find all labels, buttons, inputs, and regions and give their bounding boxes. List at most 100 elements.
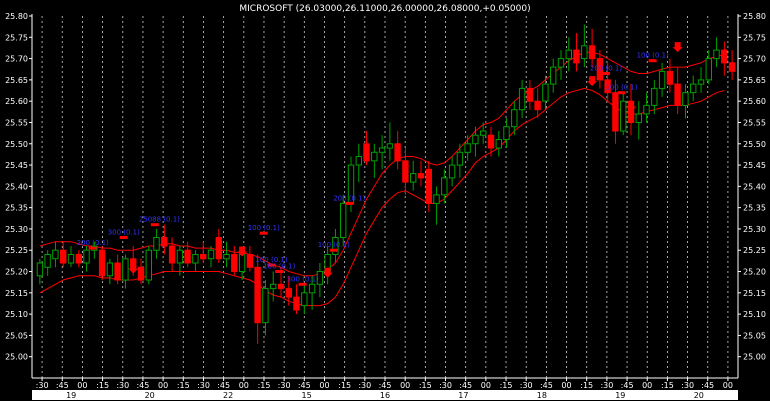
x-tick-label: :45 bbox=[621, 381, 634, 390]
candle-up bbox=[36, 262, 44, 277]
candle-up bbox=[238, 254, 246, 272]
date-tick-label: 20 bbox=[145, 391, 155, 400]
x-tick-label: :45 bbox=[459, 381, 472, 390]
x-tick-label: 00 bbox=[400, 381, 410, 390]
y-tick-label-right: 25.55 bbox=[743, 119, 766, 128]
y-tick-label-right: 25.40 bbox=[743, 182, 766, 191]
y-tick-label-right: 25.45 bbox=[743, 161, 766, 170]
y-tick-label-left: 25.25 bbox=[5, 246, 28, 255]
y-tick-label-left: 25.05 bbox=[5, 331, 28, 340]
candlestick-chart: MICROSOFT (26.03000,26.11000,26.00000,26… bbox=[0, 0, 770, 401]
trade-annotation-label: 100 (0.1) bbox=[263, 263, 295, 271]
candle-up bbox=[448, 164, 456, 179]
date-tick-label: 17 bbox=[458, 391, 468, 400]
candle-down bbox=[231, 254, 238, 272]
candle-down bbox=[573, 49, 580, 64]
y-tick-label-left: 25.60 bbox=[5, 97, 28, 106]
x-tick-label: :30 bbox=[439, 381, 452, 390]
x-tick-label: :30 bbox=[36, 381, 49, 390]
candle-up bbox=[378, 147, 386, 153]
y-tick-label-right: 25.10 bbox=[743, 310, 766, 319]
candle-up bbox=[270, 283, 277, 290]
trade-annotation-label: 200 (0.1) bbox=[77, 239, 109, 247]
candle-up bbox=[262, 288, 269, 324]
y-tick-label-right: 25.30 bbox=[743, 225, 766, 234]
candle-up bbox=[581, 45, 588, 60]
candle-up bbox=[456, 151, 464, 166]
x-axis: :30 :45 00 :15 :30 :45 00 :15 :30 :45 00 :15 :30 :45 0… bbox=[32, 377, 738, 400]
x-tick-label: :15 bbox=[661, 381, 674, 390]
chart-title: MICROSOFT (26.03000,26.11000,26.00000,26… bbox=[239, 4, 530, 14]
candle-up bbox=[658, 70, 666, 89]
candle-up bbox=[207, 249, 215, 260]
candle-up bbox=[308, 283, 316, 294]
candle-up bbox=[371, 151, 378, 162]
candle-up bbox=[480, 130, 487, 136]
x-tick-label: :15 bbox=[177, 381, 190, 390]
candle-up bbox=[410, 173, 417, 183]
x-tick-label: :30 bbox=[358, 381, 371, 390]
candle-up bbox=[386, 143, 394, 149]
y-tick-label-right: 25.60 bbox=[743, 97, 766, 106]
x-tick-label: :15 bbox=[419, 381, 432, 390]
candle-down bbox=[363, 143, 370, 162]
candle-down bbox=[721, 49, 728, 64]
x-tick-label: :30 bbox=[681, 381, 694, 390]
candle-up bbox=[705, 58, 712, 81]
x-tick-label: :15 bbox=[500, 381, 513, 390]
y-tick-label-left: 25.30 bbox=[5, 225, 28, 234]
candle-down bbox=[417, 173, 425, 179]
candle-up bbox=[503, 126, 510, 140]
candle-down bbox=[293, 296, 300, 311]
y-tick-label-right: 25.50 bbox=[743, 140, 766, 149]
candle-up bbox=[557, 58, 565, 68]
candle-up bbox=[44, 254, 51, 268]
candle-up bbox=[355, 156, 363, 166]
candle-up bbox=[176, 249, 184, 264]
y-tick-label-right: 25.05 bbox=[743, 331, 766, 340]
trade-annotation-label: 200 (0.1) bbox=[590, 65, 622, 73]
candle-up bbox=[52, 249, 59, 260]
candle-down bbox=[487, 134, 495, 149]
x-tick-label: :15 bbox=[338, 381, 351, 390]
date-tick-label: 19 bbox=[66, 391, 76, 400]
candle-down bbox=[168, 245, 176, 264]
x-tick-label: :30 bbox=[116, 381, 129, 390]
x-tick-label: :45 bbox=[540, 381, 553, 390]
y-tick-label-left: 25.65 bbox=[5, 76, 28, 85]
y-tick-label-left: 25.70 bbox=[5, 55, 28, 64]
trade-annotation-label: 100 (0.1) bbox=[637, 52, 669, 60]
candle-down bbox=[75, 254, 82, 264]
candle-up bbox=[433, 194, 440, 204]
y-tick-label-right: 25.15 bbox=[743, 289, 766, 298]
y-tick-label-left: 25.55 bbox=[5, 119, 28, 128]
candle-up bbox=[301, 292, 308, 307]
candle-down bbox=[394, 143, 401, 162]
candle-down bbox=[402, 160, 409, 183]
candle-down bbox=[425, 168, 433, 204]
candle-up bbox=[145, 249, 153, 281]
candle-up bbox=[83, 249, 90, 264]
y-tick-label-left: 25.00 bbox=[5, 353, 28, 362]
candle-up bbox=[192, 254, 199, 264]
y-tick-label-left: 25.15 bbox=[5, 289, 28, 298]
candle-down bbox=[246, 254, 254, 268]
candle-up bbox=[340, 202, 347, 238]
x-tick-label: :30 bbox=[278, 381, 291, 390]
candle-down bbox=[60, 249, 67, 264]
y-tick-label-right: 25.65 bbox=[743, 76, 766, 85]
x-tick-label: :45 bbox=[217, 381, 230, 390]
candle-down bbox=[666, 70, 674, 85]
y-tick-label-left: 25.50 bbox=[5, 140, 28, 149]
x-tick-label: 00 bbox=[158, 381, 168, 390]
candle-up bbox=[511, 109, 518, 128]
x-tick-label: 00 bbox=[77, 381, 87, 390]
x-tick-label: 00 bbox=[239, 381, 249, 390]
candle-down bbox=[137, 266, 145, 281]
x-tick-label: :15 bbox=[258, 381, 271, 390]
date-tick-label: 22 bbox=[223, 391, 233, 400]
candle-down bbox=[254, 266, 261, 324]
candle-down bbox=[200, 254, 207, 260]
x-tick-label: :30 bbox=[600, 381, 613, 390]
candle-down bbox=[526, 87, 534, 102]
